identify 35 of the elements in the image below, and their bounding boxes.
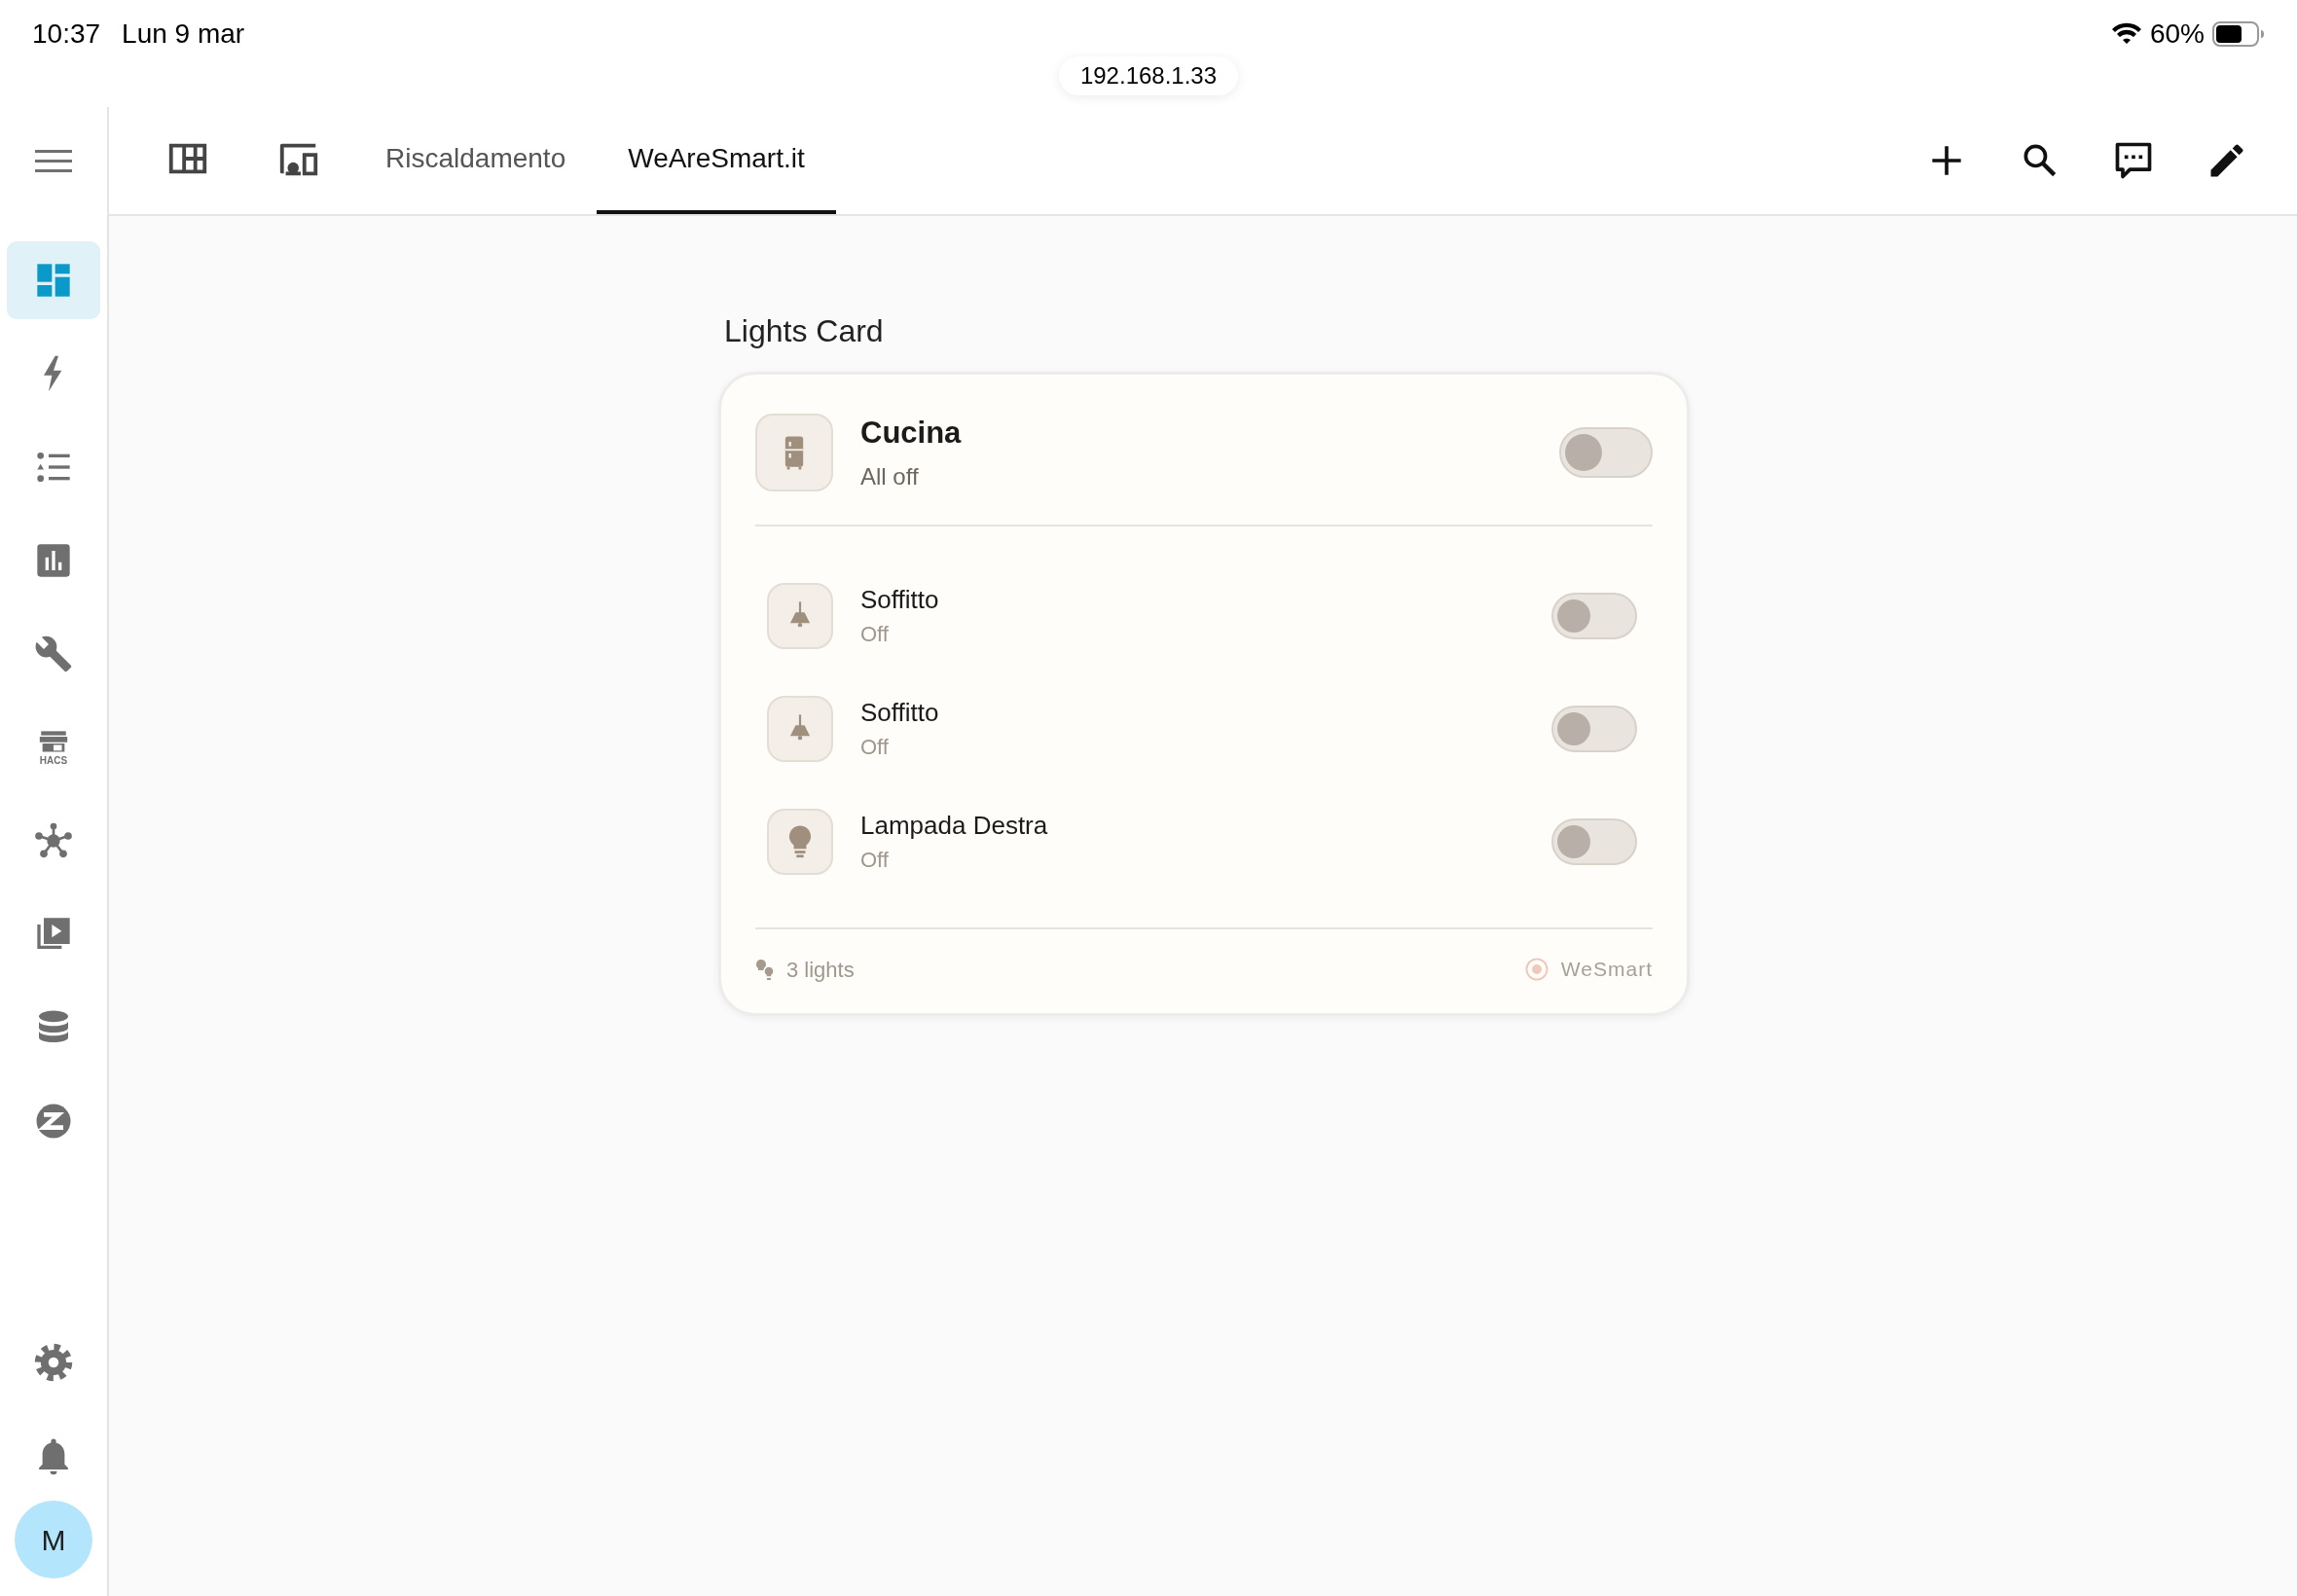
toggle-switch[interactable]: [1551, 593, 1637, 639]
light-status: Off: [860, 621, 890, 648]
icon-caption: HACS: [39, 755, 68, 767]
light-name: Soffitto: [860, 697, 940, 728]
bar-chart-icon: [34, 541, 73, 580]
user-avatar[interactable]: M: [15, 1501, 92, 1578]
wifi-icon: [2110, 22, 2142, 46]
clock-time: 10:37: [32, 18, 101, 51]
dashboard-icon: [34, 261, 73, 300]
settings-icon: [33, 1342, 74, 1383]
view-tab[interactable]: Riscaldamento: [354, 107, 598, 214]
target-icon: [1523, 957, 1550, 982]
light-status: Off: [860, 847, 890, 874]
date-text: Lun 9 mar: [122, 18, 245, 51]
light-name: Soffitto: [860, 584, 940, 615]
section-title: Lights Card: [724, 313, 885, 348]
address-bar[interactable]: 192.168.1.33: [1058, 56, 1239, 95]
light-count: 3 lights: [786, 956, 855, 984]
z-circle-icon: [34, 1102, 73, 1141]
network-icon: [34, 821, 73, 860]
toggle-switch[interactable]: [1551, 706, 1637, 752]
sidebar-item[interactable]: [7, 241, 100, 319]
menu-icon: [35, 149, 72, 174]
wrench-icon: [34, 635, 73, 673]
toggle-switch[interactable]: [1559, 427, 1653, 478]
battery-percent: 60%: [2149, 18, 2205, 51]
light-name: Lampada Destra: [860, 810, 1049, 841]
battery-icon: [2212, 21, 2265, 47]
light-bulbs-icon: [755, 958, 777, 981]
toggle-switch[interactable]: [1551, 818, 1637, 865]
room-name: Cucina: [860, 415, 963, 452]
store-icon: [37, 728, 70, 755]
room-status: All off: [860, 462, 920, 491]
brand-label: WeSmart: [1560, 957, 1653, 983]
light-status: Off: [860, 734, 890, 761]
